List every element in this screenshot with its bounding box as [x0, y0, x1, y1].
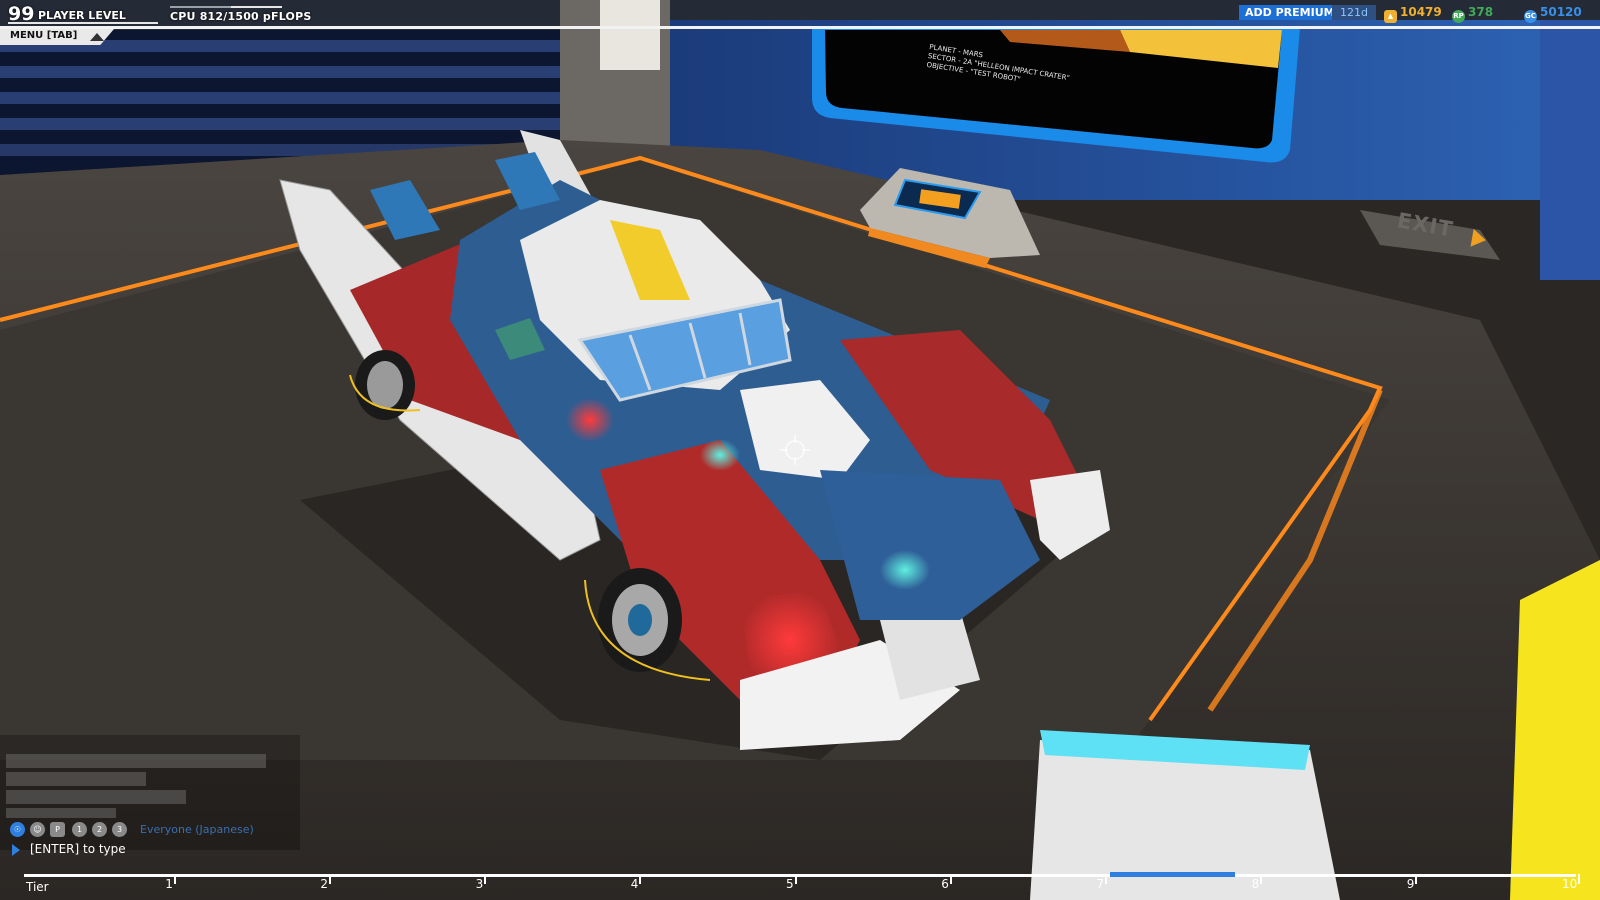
p-icon[interactable]: P [50, 822, 65, 837]
cpu-progress-bar [170, 6, 282, 8]
party-3-icon[interactable]: 3 [112, 822, 127, 837]
crosshair-icon [780, 435, 810, 465]
premium-days: 121d [1332, 5, 1376, 20]
chat-input-prompt[interactable]: [ENTER] to type [30, 842, 126, 856]
chat-history [0, 752, 300, 818]
tier-tick: 5 [786, 874, 797, 891]
tier-progress-track [24, 874, 1576, 877]
cpu-readout: CPU 812/1500 pFLOPS [170, 10, 311, 23]
currency-value: 10479 [1400, 5, 1442, 19]
player-level-progress [8, 22, 158, 24]
currency-value: 378 [1468, 5, 1494, 19]
rp-icon: RP [1452, 10, 1465, 23]
tier-tick: 1 [165, 874, 176, 891]
currency-galaxy-coins: GC 50120 [1524, 5, 1582, 23]
cpu-label: CPU [170, 10, 196, 23]
tier-tick: 4 [630, 874, 641, 891]
tier-tick: 6 [941, 874, 952, 891]
cpu-progress-fill [170, 6, 231, 8]
currency-tech-points: ▲ 10479 [1384, 5, 1442, 23]
menu-arrow-icon[interactable] [90, 33, 104, 41]
player-level-label: PLAYER LEVEL [38, 9, 126, 22]
globe-icon[interactable]: ☉ [10, 822, 25, 837]
tier-tick: 9 [1406, 874, 1417, 891]
menu-tab-label[interactable]: MENU [TAB] [10, 30, 77, 41]
top-hud-divider [0, 26, 1600, 29]
accessibility-icon[interactable]: ☺ [30, 822, 45, 837]
party-1-icon[interactable]: 1 [72, 822, 87, 837]
cpu-value: 812/1500 pFLOPS [199, 10, 312, 23]
tier-tick: 3 [475, 874, 486, 891]
add-premium-button[interactable]: ADD PREMIUM: [1239, 5, 1345, 20]
tier-tick: 2 [320, 874, 331, 891]
chat-channel-label[interactable]: Everyone (Japanese) [140, 823, 254, 836]
gc-icon: GC [1524, 10, 1537, 23]
currency-robits: RP 378 [1452, 5, 1493, 23]
tier-tick: 8 [1251, 874, 1262, 891]
trophy-icon: ▲ [1384, 10, 1397, 23]
tier-label: Tier [26, 880, 49, 894]
chat-prompt-arrow-icon [12, 844, 20, 856]
tier-tick: 7 [1096, 874, 1107, 891]
currency-value: 50120 [1540, 5, 1582, 19]
tier-tick: 10 [1562, 874, 1581, 891]
party-2-icon[interactable]: 2 [92, 822, 107, 837]
tier-progress-fill [1110, 872, 1235, 877]
